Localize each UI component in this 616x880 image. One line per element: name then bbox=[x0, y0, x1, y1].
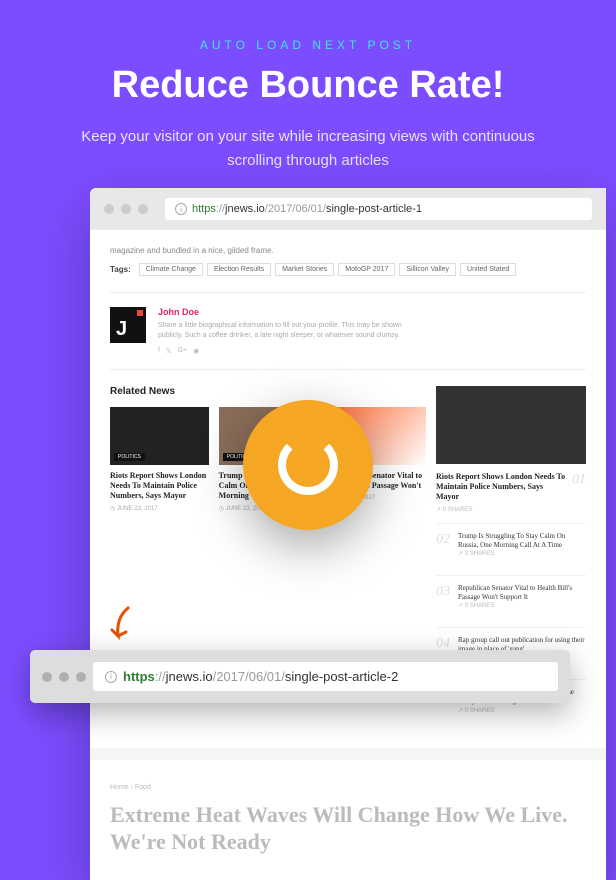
related-card[interactable]: POLITICS Riots Report Shows London Needs… bbox=[110, 407, 209, 512]
info-icon: i bbox=[175, 203, 187, 215]
globe-icon[interactable]: ◉ bbox=[193, 347, 199, 355]
author-name[interactable]: John Doe bbox=[158, 307, 418, 317]
list-item-title: Trump Is Struggling To Stay Calm On Russ… bbox=[458, 532, 586, 550]
google-icon[interactable]: G+ bbox=[178, 347, 188, 355]
tag-row: Tags: Climate Change Election Results Ma… bbox=[110, 263, 586, 276]
breadcrumb: Home › Food bbox=[110, 784, 586, 791]
browser-titlebar: i https://jnews.io/2017/06/01/single-pos… bbox=[90, 188, 606, 230]
url-bar-2: i https://jnews.io/2017/06/01/single-pos… bbox=[30, 650, 570, 703]
hero-subtitle: Keep your visitor on your site while inc… bbox=[68, 125, 548, 173]
social-icons: f 𝕏 G+ ◉ bbox=[158, 347, 418, 355]
share-count: ↗ 0 SHARES bbox=[458, 707, 586, 714]
card-title: Riots Report Shows London Needs To Maint… bbox=[110, 471, 209, 502]
hero-title: Reduce Bounce Rate! bbox=[40, 64, 576, 107]
browser-mockup: i https://jnews.io/2017/06/01/single-pos… bbox=[90, 188, 606, 880]
list-item-title: Republican Senator Vital to Health Bill'… bbox=[458, 584, 586, 602]
url-scheme: https bbox=[192, 203, 216, 215]
url-field: i https://jnews.io/2017/06/01/single-pos… bbox=[93, 662, 558, 691]
info-icon: i bbox=[105, 671, 117, 683]
share-count: ↗ 0 SHARES bbox=[458, 602, 586, 609]
window-dot bbox=[104, 204, 114, 214]
category-badge: POLITICS bbox=[114, 453, 145, 461]
card-date: ◷ JUNE 23, 2017 bbox=[110, 505, 209, 512]
twitter-icon[interactable]: 𝕏 bbox=[166, 347, 172, 355]
sidebar-list-item[interactable]: 03 Republican Senator Vital to Health Bil… bbox=[436, 575, 586, 627]
tag[interactable]: United Stated bbox=[460, 263, 516, 276]
author-box: J John Doe Share a little biographical i… bbox=[110, 292, 586, 370]
featured-title[interactable]: Riots Report Shows London Needs To Maint… bbox=[436, 472, 566, 503]
tag[interactable]: Sillicon Valley bbox=[399, 263, 456, 276]
rank-number: 02 bbox=[436, 532, 450, 567]
related-heading: Related News bbox=[110, 386, 426, 397]
share-count: ↗ 0 SHARES bbox=[458, 550, 586, 557]
tags-label: Tags: bbox=[110, 265, 131, 274]
window-dot bbox=[138, 204, 148, 214]
hero-section: AUTO LOAD NEXT POST Reduce Bounce Rate! … bbox=[0, 0, 616, 203]
url-bar-1: i https://jnews.io/2017/06/01/single-pos… bbox=[165, 198, 592, 220]
facebook-icon[interactable]: f bbox=[158, 347, 160, 355]
eyebrow-text: AUTO LOAD NEXT POST bbox=[40, 38, 576, 52]
window-dot bbox=[121, 204, 131, 214]
tag[interactable]: MotoGP 2017 bbox=[338, 263, 395, 276]
rank-number: 01 bbox=[572, 472, 586, 488]
next-article-title: Extreme Heat Waves Will Change How We Li… bbox=[110, 801, 586, 856]
window-dot bbox=[42, 672, 52, 682]
spinner-icon bbox=[278, 435, 338, 495]
tag[interactable]: Market Stories bbox=[275, 263, 334, 276]
rank-number: 03 bbox=[436, 584, 450, 619]
arrow-icon bbox=[108, 606, 138, 646]
share-count: ↗ 0 SHARES bbox=[436, 506, 586, 513]
url-scheme: https bbox=[123, 669, 155, 684]
next-article: Home › Food Extreme Heat Waves Will Chan… bbox=[90, 760, 606, 880]
window-dot bbox=[59, 672, 69, 682]
caption-text: magazine and bundled in a nice, gilded f… bbox=[110, 246, 586, 255]
tag[interactable]: Climate Change bbox=[139, 263, 203, 276]
tag[interactable]: Election Results bbox=[207, 263, 271, 276]
loading-spinner-badge bbox=[243, 400, 373, 530]
sidebar-list-item[interactable]: 02 Trump Is Struggling To Stay Calm On Ru… bbox=[436, 523, 586, 575]
author-avatar: J bbox=[110, 307, 146, 343]
featured-image[interactable] bbox=[436, 386, 586, 464]
window-dot bbox=[76, 672, 86, 682]
author-bio: Share a little biographical information … bbox=[158, 321, 418, 341]
